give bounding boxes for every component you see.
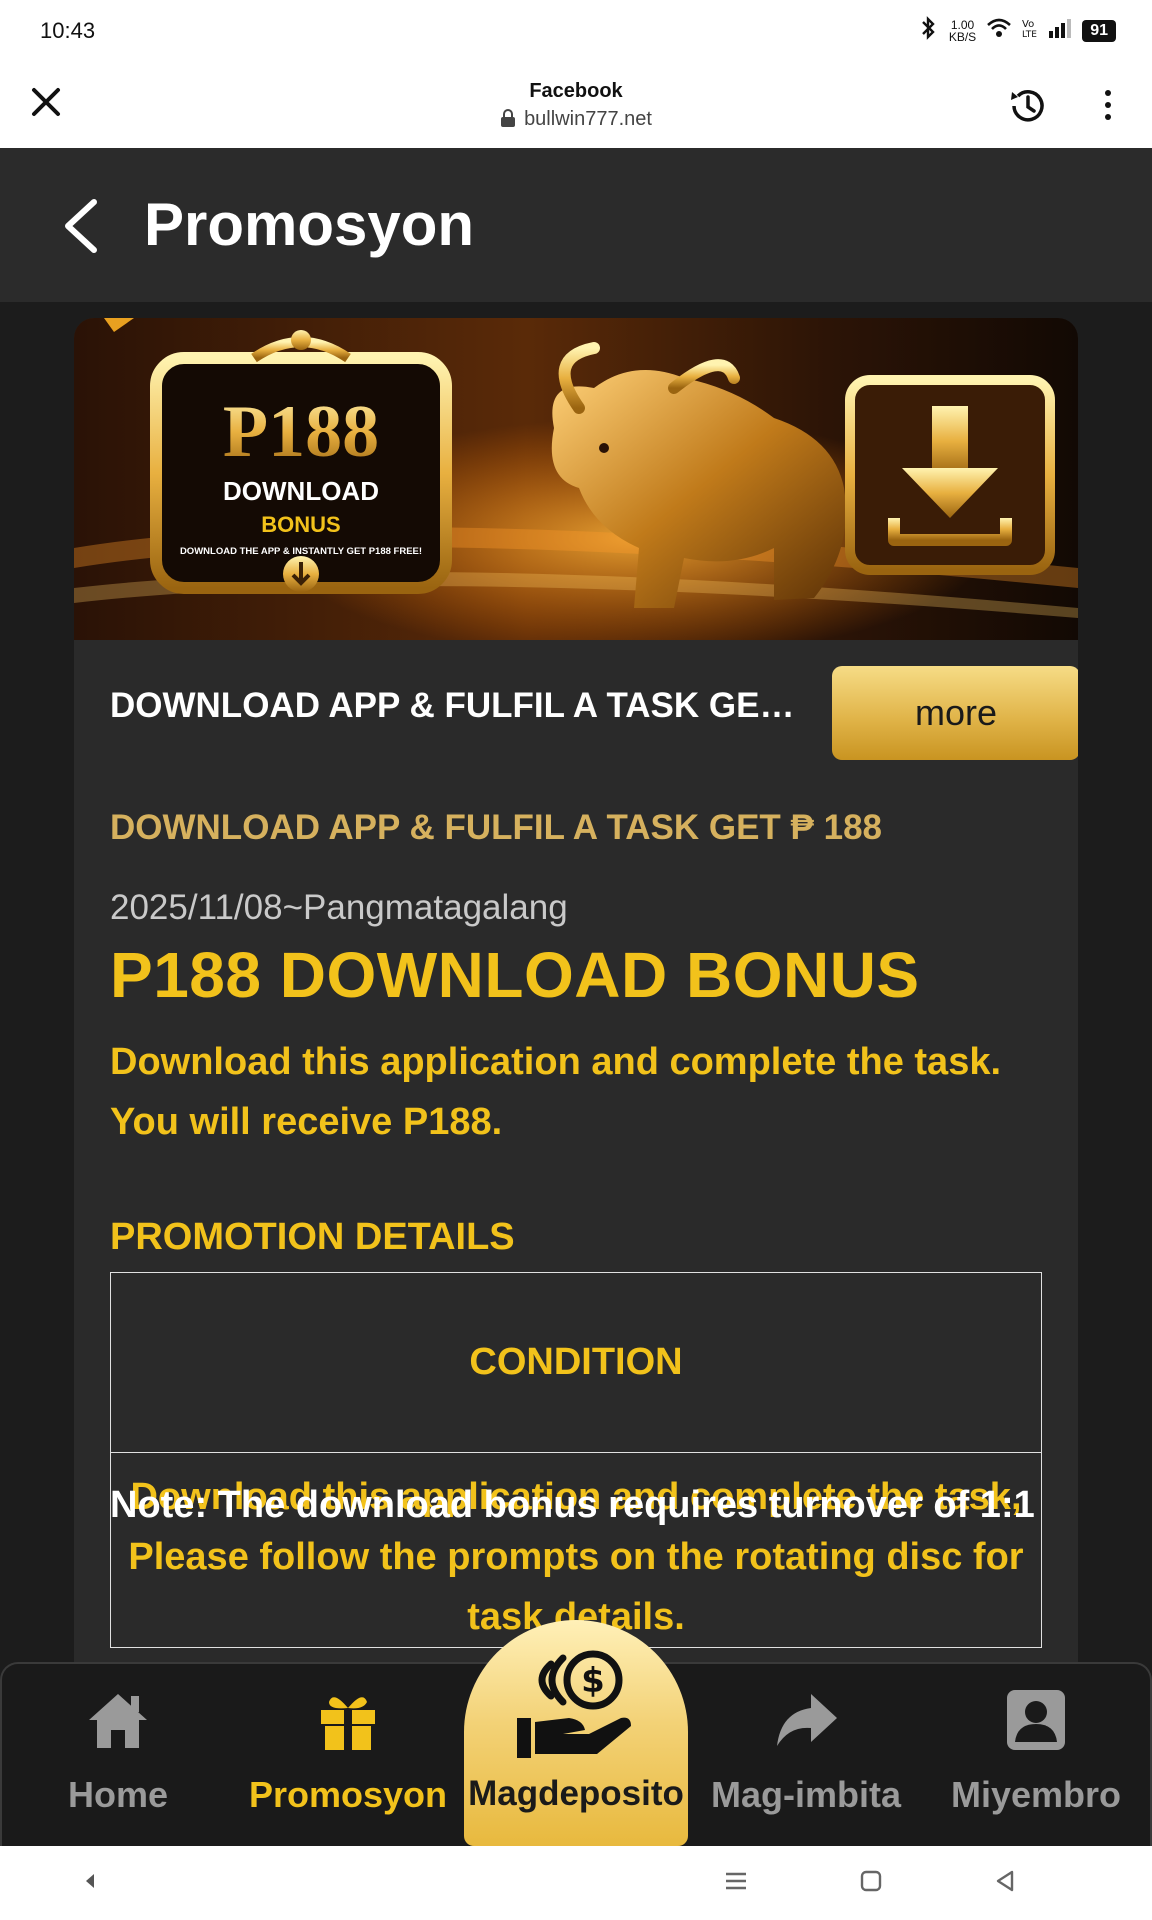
download-box	[845, 375, 1055, 575]
site-url-bar[interactable]: bullwin777.net	[0, 108, 1152, 131]
promo-summary-row: DOWNLOAD APP & FULFIL A TASK GET ₱ 188 m…	[110, 658, 1078, 760]
bonus-description: Download this application and complete t…	[110, 1041, 1002, 1143]
status-time: 10:43	[40, 18, 96, 43]
nav-mag-imbita-label: Mag-imbita	[710, 1774, 901, 1815]
promo-date-range: 2025/11/08~Pangmatagalang	[110, 888, 568, 927]
member-icon	[1001, 1686, 1071, 1756]
bonus-badge: P188 DOWNLOAD BONUS DOWNLOAD THE APP & I…	[150, 330, 452, 594]
nav-home[interactable]: Home	[18, 1686, 218, 1836]
promo-subtitle: DOWNLOAD APP & FULFIL A TASK GET ₱ 188	[110, 808, 882, 847]
bonus-title: P188 DOWNLOAD BONUS	[110, 939, 920, 1011]
page-title: Promosyon	[144, 191, 475, 258]
home-icon	[83, 1686, 153, 1756]
banner-line1: DOWNLOAD	[223, 476, 379, 506]
nav-home-label: Home	[67, 1774, 169, 1815]
menu-icon[interactable]	[722, 1868, 750, 1894]
nav-magdeposito[interactable]: $ Magdeposito	[464, 1620, 688, 1846]
deposit-hand-icon: $	[511, 1646, 641, 1766]
status-bar: 10:43 1.00 KB/S Vo LTE 91	[0, 0, 1152, 62]
bluetooth-icon	[919, 16, 939, 46]
page-header: Promosyon	[0, 148, 1152, 302]
lock-icon	[500, 109, 516, 127]
net-speed-unit: KB/S	[948, 30, 977, 44]
turnover-note: Note: The download bonus requires turnov…	[110, 1484, 1035, 1526]
nav-magdeposito-label: Magdeposito	[468, 1774, 684, 1813]
promotion-details-heading: PROMOTION DETAILS	[110, 1216, 515, 1258]
site-url: bullwin777.net	[524, 108, 652, 130]
nav-promosyon-label: Promosyon	[248, 1774, 448, 1815]
nav-miyembro[interactable]: Miyembro	[936, 1686, 1136, 1836]
nav-miyembro-label: Miyembro	[950, 1774, 1122, 1815]
system-nav-bar	[0, 1846, 1152, 1920]
table-header-row: CONDITION	[110, 1272, 1042, 1453]
net-speed: 1.00 KB/S	[949, 19, 976, 43]
more-button[interactable]: more	[832, 666, 1078, 760]
signal-icon	[1048, 17, 1072, 45]
banner-amount: P188	[223, 391, 379, 473]
banner-tagline: DOWNLOAD THE APP & INSTANTLY GET P188 FR…	[180, 546, 422, 557]
browser-toolbar: Facebook bullwin777.net	[0, 62, 1152, 148]
table-header-condition: CONDITION	[110, 1272, 1042, 1453]
table-row: Download this application and complete t…	[110, 1452, 1042, 1648]
promo-card: P188 DOWNLOAD BONUS DOWNLOAD THE APP & I…	[74, 318, 1078, 1844]
banner-line2: BONUS	[261, 512, 340, 537]
status-icons: 1.00 KB/S Vo LTE 91	[919, 16, 1116, 46]
promotion-details-table: CONDITION Download this application and …	[110, 1272, 1042, 1648]
gift-icon	[313, 1686, 383, 1756]
svg-text:LTE: LTE	[1022, 30, 1037, 39]
wifi-icon	[986, 17, 1012, 45]
share-icon	[771, 1686, 841, 1756]
nav-promosyon[interactable]: Promosyon	[248, 1686, 448, 1836]
battery-indicator: 91	[1082, 20, 1116, 42]
promo-banner: P188 DOWNLOAD BONUS DOWNLOAD THE APP & I…	[74, 318, 1078, 640]
history-icon[interactable]	[1006, 84, 1050, 128]
svg-text:$: $	[581, 1661, 605, 1701]
home-square-icon[interactable]	[858, 1868, 884, 1894]
volte-icon: Vo LTE	[1022, 17, 1038, 45]
back-triangle-icon[interactable]	[992, 1868, 1018, 1894]
page-content: Promosyon P188 DOWNLOAD BONUS DOWNLOAD T…	[0, 148, 1152, 1844]
collapse-icon[interactable]	[80, 1868, 100, 1894]
svg-text:Vo: Vo	[1022, 19, 1034, 30]
promo-summary: DOWNLOAD APP & FULFIL A TASK GET ₱ 188	[110, 686, 800, 725]
site-title: Facebook	[529, 80, 623, 102]
more-vert-icon[interactable]	[1100, 88, 1116, 122]
nav-mag-imbita[interactable]: Mag-imbita	[706, 1686, 906, 1836]
chevron-left-icon[interactable]	[58, 196, 104, 256]
table-cell-condition: Download this application and complete t…	[110, 1452, 1042, 1648]
